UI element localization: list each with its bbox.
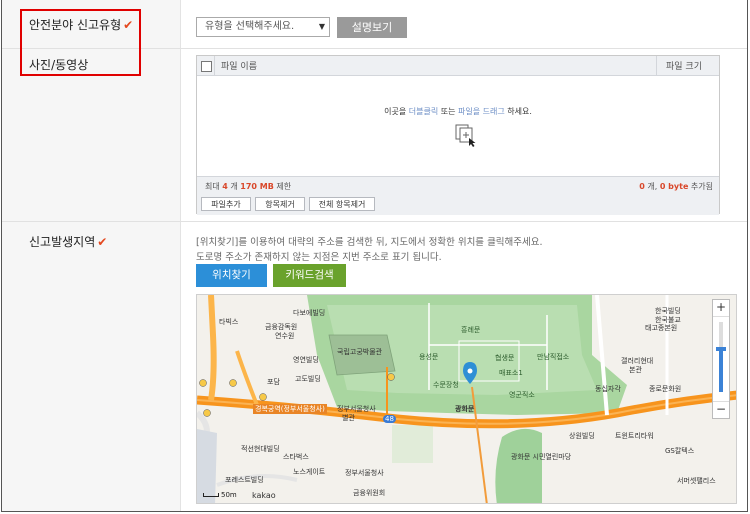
total-text: 개, <box>644 182 660 191</box>
keyword-search-button[interactable]: 키워드검색 <box>273 264 346 287</box>
file-list-header: 파일 이름 파일 크기 <box>197 56 719 76</box>
category-select[interactable]: 유형을 선택해주세요. ▼ <box>196 17 330 37</box>
zoom-control[interactable]: + − <box>712 299 730 419</box>
map-scale: 50m <box>201 491 237 499</box>
map-label: 흥례문 <box>461 326 481 334</box>
highlight-box <box>20 9 141 76</box>
location-label-text: 신고발생지역 <box>29 235 96 249</box>
map-label: 다보에빌딩 <box>293 309 326 317</box>
map-label: 영군직소 <box>509 391 535 399</box>
map-label: 포담 <box>267 378 280 386</box>
limit-size: 170 MB <box>240 182 274 191</box>
map-label: 본관 <box>629 366 642 374</box>
map-label: 매표소1 <box>499 369 523 377</box>
limit-text: 제한 <box>273 182 292 191</box>
drop-text: 또는 <box>438 107 458 116</box>
scale-bar <box>203 493 219 497</box>
map-label: 타빅스 <box>219 318 239 326</box>
drop-text: 이곳을 <box>384 107 409 116</box>
map-label: 광화문 <box>455 405 475 413</box>
row-divider <box>2 221 747 222</box>
remove-item-button[interactable]: 항목제거 <box>255 197 305 211</box>
total-text: 추가됨 <box>688 182 713 191</box>
map-label: 트윈트리타워 <box>615 432 654 440</box>
map-label: 광화문 시민열린마당 <box>511 453 572 461</box>
explain-button[interactable]: 설명보기 <box>337 17 407 38</box>
column-divider <box>214 56 215 75</box>
report-form: 안전분야 신고유형 ✔ 사진/동영상 신고발생지역 ✔ 유형을 선택해주세요. ▼ … <box>1 0 748 512</box>
label-column <box>2 0 181 511</box>
drop-highlight: 더블클릭 <box>408 107 439 116</box>
total-size: 0 byte <box>659 182 689 191</box>
map-label: 서머셋팰리스 <box>677 477 716 485</box>
map-label: 포레스트빌딩 <box>225 476 264 484</box>
category-select-value: 유형을 선택해주세요. <box>205 21 295 32</box>
zoom-out-button[interactable]: − <box>713 401 729 418</box>
file-list-footer: 최대 4 개 170 MB 제한 0 개, 0 byte 추가됨 파일추가 항목… <box>197 176 719 215</box>
filesize-column-header: 파일 크기 <box>666 62 702 72</box>
map-label: 만남직접소 <box>537 353 570 361</box>
limit-text: 개 <box>227 182 241 191</box>
map-label: 별관 <box>342 414 355 422</box>
map-label: 정부서울청사 <box>345 469 384 477</box>
map-label: 적선현대빌딩 <box>241 445 280 453</box>
map-label: 수문장청 <box>433 381 459 389</box>
upload-total: 0 개, 0 byte 추가됨 <box>639 181 713 192</box>
map-view[interactable]: 다보에빌딩 금융감독원 연수원 영연빌딩 고도빌딩 포담 타빅스 경복궁역(정부… <box>196 294 737 504</box>
map-label: 동십자각 <box>595 385 621 393</box>
location-note: 도로명 주소가 존재하지 않는 지점은 지번 주소로 표기 됩니다. <box>196 252 442 263</box>
map-label: 종로문화원 <box>649 385 682 393</box>
chevron-down-icon: ▼ <box>318 22 325 31</box>
filename-column-header: 파일 이름 <box>221 62 257 72</box>
map-label: 국립고궁박물관 <box>337 348 383 356</box>
map-label: 스타벅스 <box>283 453 309 461</box>
location-label: 신고발생지역 ✔ <box>29 233 107 250</box>
required-check-icon: ✔ <box>97 235 108 249</box>
zoom-slider-handle[interactable] <box>716 346 726 351</box>
zoom-slider-fill <box>719 348 723 392</box>
map-label: 노스게이트 <box>293 468 326 476</box>
map-label: 연수원 <box>275 332 295 340</box>
add-file-button[interactable]: 파일추가 <box>201 197 251 211</box>
drop-text: 하세요. <box>504 107 532 116</box>
map-label: 금융위원회 <box>353 489 386 497</box>
drop-zone-text: 이곳을 더블클릭 또는 파일을 드래그 하세요. <box>197 106 719 117</box>
drop-highlight: 파일을 드래그 <box>458 107 505 116</box>
map-label: 상원빌딩 <box>569 432 595 440</box>
route-number-badge: 48 <box>383 415 396 423</box>
map-road-label: 경복궁역(정부서울청사) <box>253 404 327 414</box>
map-label: 용성문 <box>419 353 439 361</box>
zoom-slider[interactable] <box>716 322 726 392</box>
map-label: GS칼텍스 <box>665 447 695 455</box>
location-description: [위치찾기]를 이용하여 대략의 주소를 검색한 뒤, 지도에서 정확한 위치를… <box>196 237 543 248</box>
upload-limit: 최대 4 개 170 MB 제한 <box>205 181 291 192</box>
file-uploader[interactable]: 파일 이름 파일 크기 이곳을 더블클릭 또는 파일을 드래그 하세요. 최대 … <box>196 55 720 215</box>
map-label: 협생문 <box>495 354 515 362</box>
limit-text: 최대 <box>205 182 223 191</box>
zoom-in-button[interactable]: + <box>713 300 729 317</box>
select-all-checkbox[interactable] <box>201 61 212 72</box>
file-add-icon <box>455 124 479 151</box>
map-label: 영연빌딩 <box>293 356 319 364</box>
map-label: 태고종본원 <box>645 324 678 332</box>
kakao-logo: kakao <box>252 491 276 500</box>
scale-label: 50m <box>221 491 237 499</box>
find-location-button[interactable]: 위치찾기 <box>196 264 267 287</box>
remove-all-button[interactable]: 전체 항목제거 <box>309 197 375 211</box>
map-label: 고도빌딩 <box>295 375 321 383</box>
